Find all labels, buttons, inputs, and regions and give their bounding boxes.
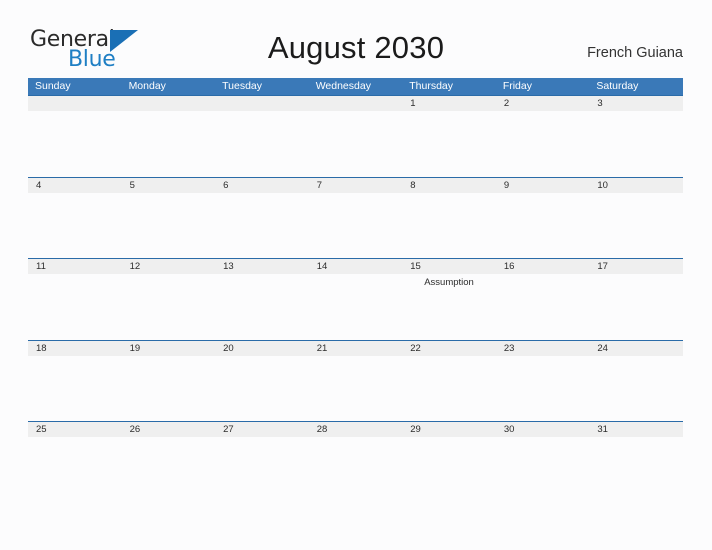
region-label: French Guiana: [587, 45, 683, 61]
day-number[interactable]: 22: [402, 341, 496, 356]
day-event: [402, 437, 496, 503]
week-row: 11 12 13 14 15 16 17 Assumption: [28, 258, 683, 340]
weekday-header-tuesday: Tuesday: [222, 80, 263, 92]
day-number[interactable]: 11: [28, 259, 122, 274]
day-number[interactable]: 8: [402, 178, 496, 193]
day-event: [309, 274, 403, 340]
day-event: [309, 356, 403, 422]
day-number[interactable]: 21: [309, 341, 403, 356]
week-event-band: [28, 193, 683, 259]
day-number[interactable]: 4: [28, 178, 122, 193]
day-number[interactable]: 17: [589, 259, 683, 274]
day-number[interactable]: 27: [215, 422, 309, 437]
day-number[interactable]: 10: [589, 178, 683, 193]
week-date-band: 11 12 13 14 15 16 17: [28, 259, 683, 274]
day-number[interactable]: 5: [122, 178, 216, 193]
day-event: [28, 274, 122, 340]
day-event: [215, 437, 309, 503]
day-event: [215, 111, 309, 177]
day-event: [215, 193, 309, 259]
day-number[interactable]: 31: [589, 422, 683, 437]
day-number[interactable]: 16: [496, 259, 590, 274]
day-number[interactable]: 18: [28, 341, 122, 356]
day-number[interactable]: 19: [122, 341, 216, 356]
weekday-header-friday: Friday: [502, 80, 532, 92]
day-event: [589, 356, 683, 422]
week-row: 1 2 3: [28, 95, 683, 177]
week-row: 25 26 27 28 29 30 31: [28, 421, 683, 503]
day-event: [589, 437, 683, 503]
weekday-header-monday: Monday: [128, 80, 166, 92]
weekday-header-thursday: Thursday: [409, 80, 454, 92]
day-event: [402, 111, 496, 177]
day-number[interactable]: 23: [496, 341, 590, 356]
day-number[interactable]: 2: [496, 96, 590, 111]
day-event: [28, 111, 122, 177]
day-event: [215, 274, 309, 340]
day-number[interactable]: [215, 96, 309, 111]
day-event: [28, 437, 122, 503]
page-header: General Blue August 2030 French Guiana: [0, 0, 712, 78]
day-event: [402, 193, 496, 259]
day-event: [122, 437, 216, 503]
week-event-band: [28, 437, 683, 503]
day-event: [309, 193, 403, 259]
day-number[interactable]: [309, 96, 403, 111]
day-event: [589, 111, 683, 177]
day-event: [309, 111, 403, 177]
week-event-band: [28, 111, 683, 177]
weekday-header-sunday: Sunday: [35, 80, 71, 92]
week-row: 18 19 20 21 22 23 24: [28, 339, 683, 422]
day-number[interactable]: 25: [28, 422, 122, 437]
day-event: [215, 356, 309, 422]
day-event: [496, 193, 590, 259]
day-number[interactable]: 6: [215, 178, 309, 193]
week-row: 4 5 6 7 8 9 10: [28, 176, 683, 259]
week-date-band: 1 2 3: [28, 96, 683, 111]
day-number[interactable]: 14: [309, 259, 403, 274]
day-event: [496, 274, 590, 340]
weekday-header-row: Sunday Monday Tuesday Wednesday Thursday…: [28, 78, 683, 95]
calendar-grid: Sunday Monday Tuesday Wednesday Thursday…: [28, 78, 683, 503]
day-number[interactable]: 20: [215, 341, 309, 356]
day-event: [122, 111, 216, 177]
day-number[interactable]: 29: [402, 422, 496, 437]
day-number[interactable]: 12: [122, 259, 216, 274]
day-number[interactable]: 3: [589, 96, 683, 111]
day-event: [589, 193, 683, 259]
day-event: [496, 356, 590, 422]
day-event: [28, 356, 122, 422]
day-event: [122, 356, 216, 422]
day-event: [122, 193, 216, 259]
day-number[interactable]: [28, 96, 122, 111]
week-date-band: 18 19 20 21 22 23 24: [28, 340, 683, 356]
day-event: [28, 193, 122, 259]
weekday-header-saturday: Saturday: [596, 80, 639, 92]
day-number[interactable]: 15: [402, 259, 496, 274]
day-number[interactable]: 24: [589, 341, 683, 356]
day-number[interactable]: 9: [496, 178, 590, 193]
day-event: [496, 111, 590, 177]
day-event: [122, 274, 216, 340]
week-date-band: 25 26 27 28 29 30 31: [28, 422, 683, 437]
day-event: [496, 437, 590, 503]
day-event: [309, 437, 403, 503]
day-event: [402, 356, 496, 422]
day-number[interactable]: 13: [215, 259, 309, 274]
day-number[interactable]: 7: [309, 178, 403, 193]
day-event-assumption: Assumption: [424, 277, 474, 288]
weekday-header-wednesday: Wednesday: [315, 80, 371, 92]
week-event-band: [28, 356, 683, 422]
day-number[interactable]: 26: [122, 422, 216, 437]
day-event: [589, 274, 683, 340]
day-number[interactable]: 28: [309, 422, 403, 437]
week-event-band: Assumption: [28, 274, 683, 340]
day-number[interactable]: 30: [496, 422, 590, 437]
calendar-page: General Blue August 2030 French Guiana S…: [0, 0, 712, 550]
day-number[interactable]: 1: [402, 96, 496, 111]
day-number[interactable]: [122, 96, 216, 111]
week-date-band: 4 5 6 7 8 9 10: [28, 177, 683, 193]
